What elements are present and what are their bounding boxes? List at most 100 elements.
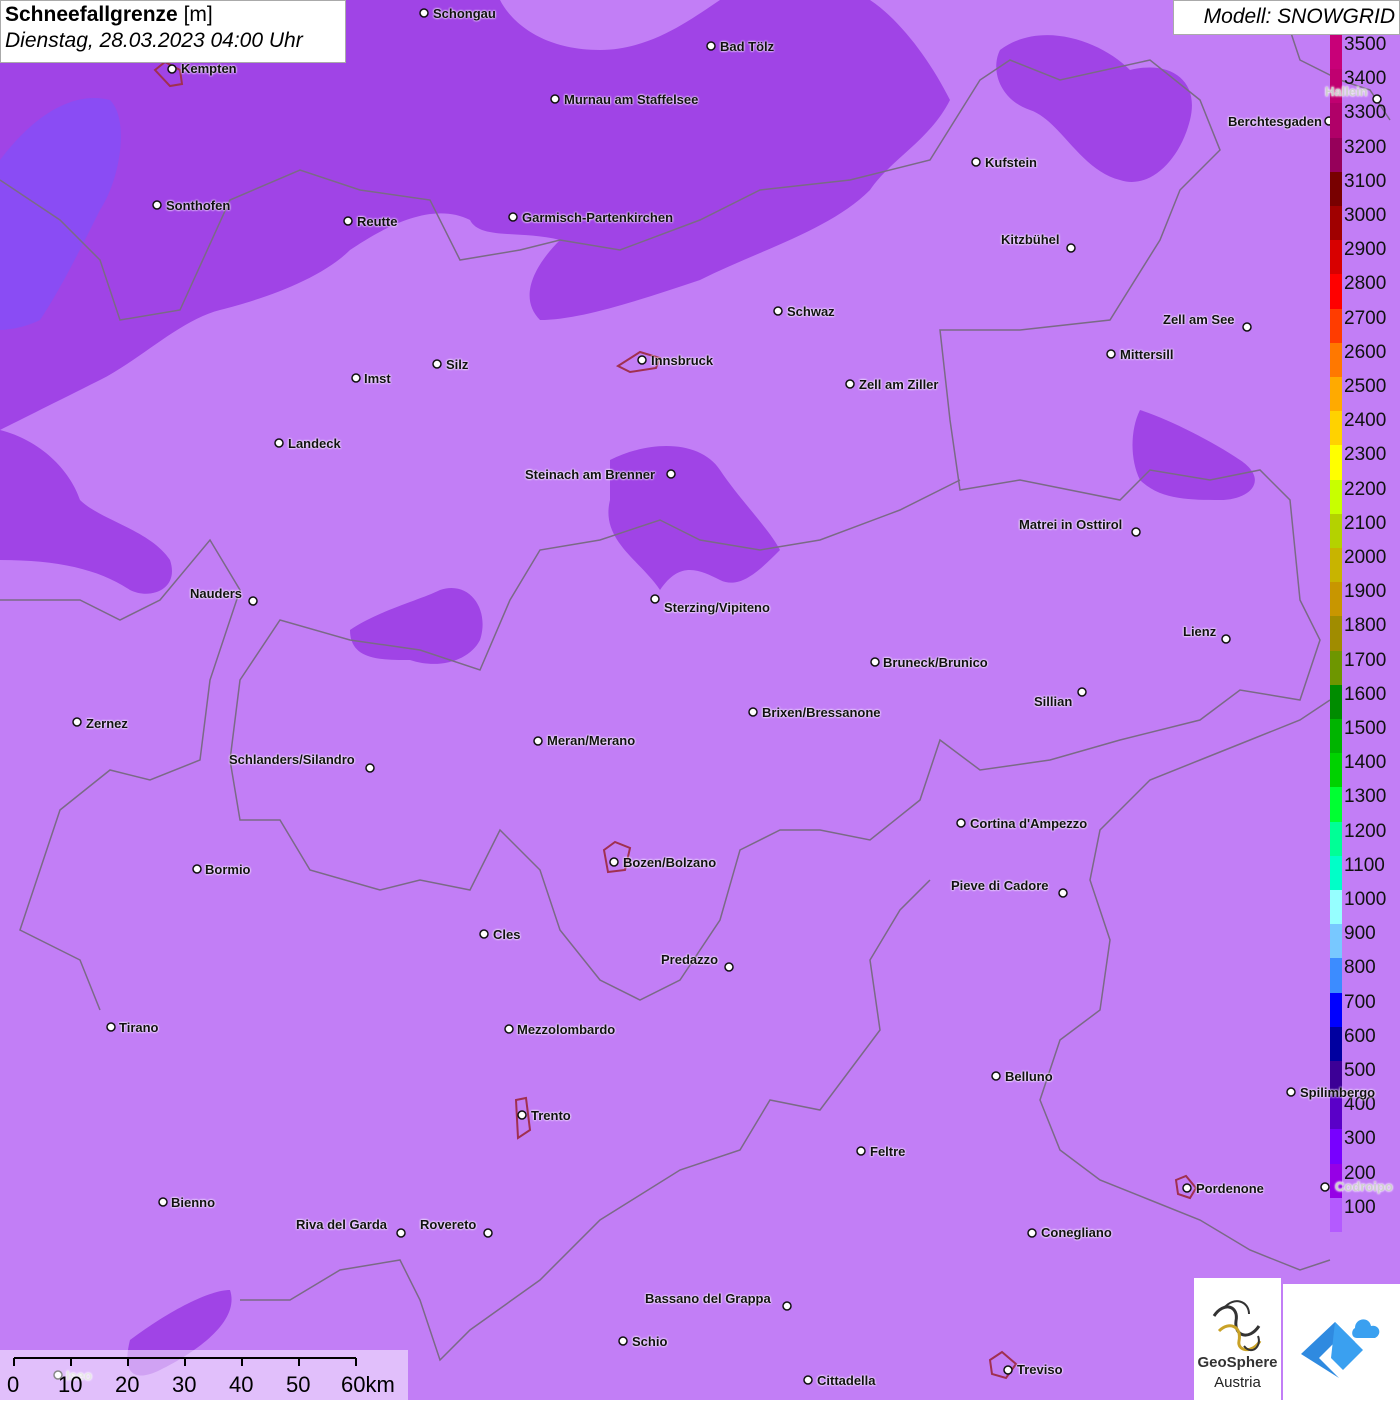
legend-swatch <box>1330 479 1342 515</box>
legend-swatch <box>1330 103 1342 139</box>
city-label[interactable]: Hallein <box>1325 84 1368 99</box>
city-label[interactable]: Garmisch-Partenkirchen <box>522 210 673 225</box>
city-label[interactable]: Schio <box>632 1334 667 1349</box>
city-label[interactable]: Kempten <box>181 61 237 76</box>
mountain-cloud-icon <box>1301 1319 1380 1378</box>
city-label[interactable]: Pieve di Cadore <box>951 878 1049 893</box>
city-label[interactable]: Codroipo <box>1335 1179 1393 1194</box>
legend-swatch <box>1330 377 1342 412</box>
city-label[interactable]: Conegliano <box>1041 1225 1112 1240</box>
legend-label: 900 <box>1344 923 1376 945</box>
city-label[interactable]: Cles <box>493 927 520 942</box>
city-label[interactable]: Cittadella <box>817 1373 876 1388</box>
legend-label: 2900 <box>1344 239 1387 261</box>
scale-label: 30 <box>172 1372 197 1397</box>
legend-label: 3100 <box>1344 170 1387 192</box>
city-label[interactable]: Kufstein <box>985 155 1037 170</box>
city-dot <box>158 1197 168 1207</box>
city-label[interactable]: Brixen/Bressanone <box>762 705 881 720</box>
city-dot <box>856 1146 866 1156</box>
color-legend-bar <box>1330 35 1342 1233</box>
city-label[interactable]: Bad Tölz <box>720 39 774 54</box>
legend-swatch <box>1330 719 1342 754</box>
city-dot <box>533 736 543 746</box>
city-label[interactable]: Matrei in Osttirol <box>1019 517 1122 532</box>
legend-label: 2500 <box>1344 376 1387 397</box>
city-dot <box>550 94 560 104</box>
city-dot <box>483 1228 493 1238</box>
city-label[interactable]: Meran/Merano <box>547 733 635 748</box>
city-dot <box>782 1301 792 1311</box>
city-label[interactable]: Schwaz <box>787 304 835 319</box>
city-dot <box>1003 1365 1013 1375</box>
title-box: Schneefallgrenze [m] Dienstag, 28.03.202… <box>0 0 346 63</box>
legend-label: 1300 <box>1344 786 1387 808</box>
city-label[interactable]: Rovereto <box>420 1217 476 1232</box>
city-label[interactable]: Silz <box>446 357 468 372</box>
city-dot <box>748 707 758 717</box>
scale-label: 50 <box>286 1372 311 1397</box>
city-label[interactable]: Bruneck/Brunico <box>883 655 988 670</box>
city-label[interactable]: Predazzo <box>661 952 718 967</box>
city-label[interactable]: Nauders <box>190 586 242 601</box>
city-dot <box>956 818 966 828</box>
city-label[interactable]: Pordenone <box>1196 1181 1264 1196</box>
legend-swatch <box>1330 411 1342 446</box>
legend-label: 600 <box>1344 1025 1376 1047</box>
city-dot <box>1320 1182 1330 1192</box>
city-label[interactable]: Schongau <box>433 6 496 21</box>
map-title: Schneefallgrenze [m] <box>5 3 213 26</box>
city-label[interactable]: Mittersill <box>1120 347 1173 362</box>
city-label[interactable]: Sterzing/Vipiteno <box>664 600 770 615</box>
city-label[interactable]: Murnau am Staffelsee <box>564 92 698 107</box>
weather-app-logo[interactable] <box>1283 1284 1400 1400</box>
city-label[interactable]: Mezzolombardo <box>517 1022 615 1037</box>
legend-label: 2700 <box>1344 307 1387 329</box>
city-label[interactable]: Zell am See <box>1163 312 1235 327</box>
city-label[interactable]: Bassano del Grappa <box>645 1291 771 1306</box>
city-dot <box>343 216 353 226</box>
city-dot <box>870 657 880 667</box>
city-dot <box>1077 687 1087 697</box>
city-dot <box>1242 322 1252 332</box>
city-label[interactable]: Belluno <box>1005 1069 1053 1084</box>
city-label[interactable]: Bozen/Bolzano <box>623 855 716 870</box>
city-dot <box>508 212 518 222</box>
city-label[interactable]: Sillian <box>1034 694 1072 709</box>
legend-swatch <box>1330 274 1342 310</box>
model-label: Modell: SNOWGRID <box>1173 0 1400 35</box>
city-label[interactable]: Kitzbühel <box>1001 232 1060 247</box>
city-label[interactable]: Tirano <box>119 1020 159 1035</box>
legend-label: 2200 <box>1344 478 1387 500</box>
city-dot <box>432 359 442 369</box>
legend-swatch <box>1330 1095 1342 1130</box>
city-label[interactable]: Berchtesgaden <box>1228 114 1322 129</box>
legend-swatch <box>1330 1026 1342 1062</box>
geosphere-logo[interactable]: GeoSphere Austria <box>1194 1278 1281 1400</box>
city-label[interactable]: Treviso <box>1017 1362 1063 1377</box>
legend-swatch <box>1330 1197 1342 1233</box>
city-label[interactable]: Cortina d'Ampezzo <box>970 816 1087 831</box>
legend-swatch <box>1330 206 1342 241</box>
city-label[interactable]: Trento <box>531 1108 571 1123</box>
city-dot <box>396 1228 406 1238</box>
legend-label: 1700 <box>1344 649 1387 671</box>
city-label[interactable]: Bienno <box>171 1195 215 1210</box>
city-label[interactable]: Feltre <box>870 1144 905 1159</box>
city-label[interactable]: Sonthofen <box>166 198 230 213</box>
city-label[interactable]: Innsbruck <box>651 353 713 368</box>
city-label[interactable]: Imst <box>364 371 391 386</box>
city-dot <box>1058 888 1068 898</box>
city-label[interactable]: Zernez <box>86 716 128 731</box>
city-label[interactable]: Bormio <box>205 862 251 877</box>
city-label[interactable]: Spilimbergo <box>1300 1085 1375 1100</box>
city-label[interactable]: Schlanders/Silandro <box>229 752 355 767</box>
city-label[interactable]: Lienz <box>1183 624 1216 639</box>
city-label[interactable]: Riva del Garda <box>296 1217 387 1232</box>
scale-label: 40 <box>229 1372 254 1397</box>
city-label[interactable]: Reutte <box>357 214 397 229</box>
city-label[interactable]: Landeck <box>288 436 341 451</box>
city-label[interactable]: Steinach am Brenner <box>525 467 655 482</box>
legend-label: 2600 <box>1344 341 1387 363</box>
city-label[interactable]: Zell am Ziller <box>859 377 938 392</box>
